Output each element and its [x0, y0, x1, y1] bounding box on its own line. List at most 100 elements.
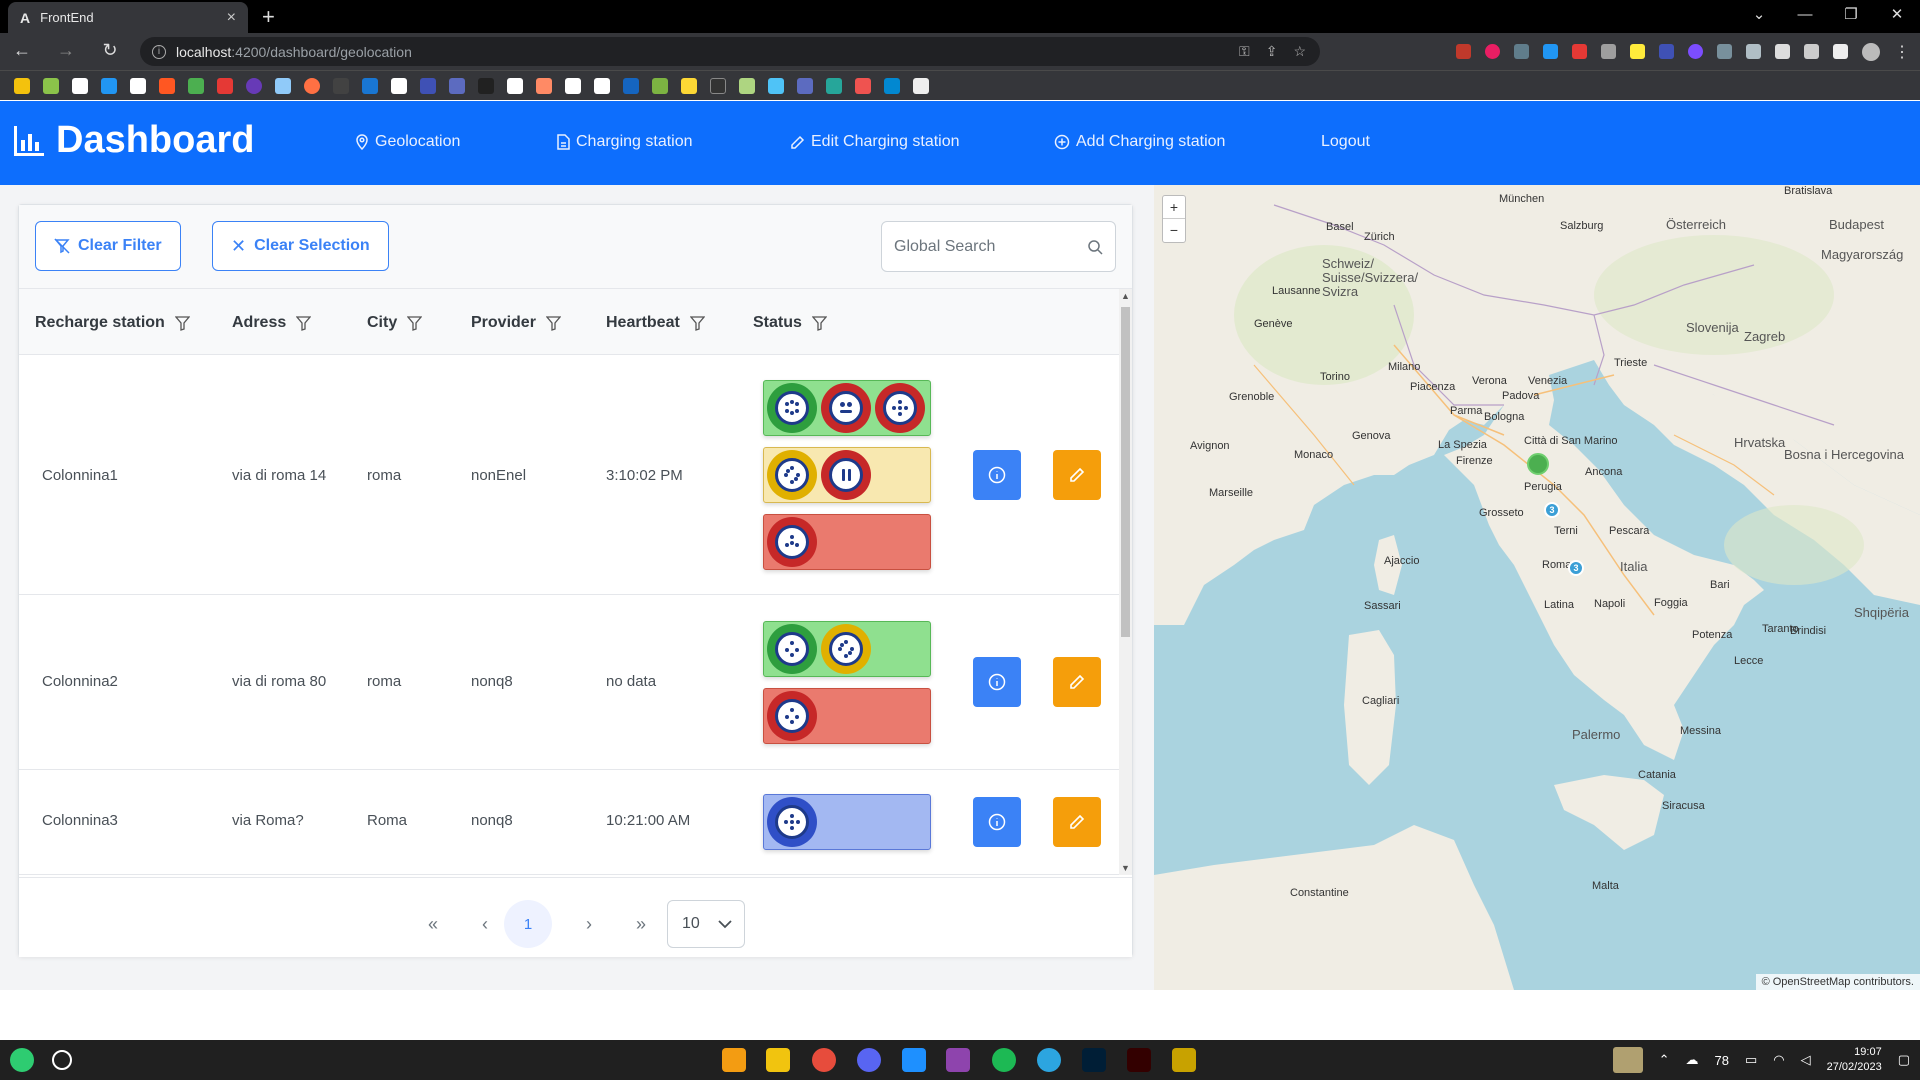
notification-icon[interactable]: ▢ [1898, 1052, 1910, 1068]
filter-icon[interactable] [689, 315, 705, 331]
menu-icon[interactable]: ⋮ [1894, 42, 1910, 62]
nav-geolocation[interactable]: Geolocation [355, 133, 460, 151]
zoom-out-button[interactable]: − [1163, 219, 1185, 242]
column-header[interactable]: Recharge station [35, 314, 190, 332]
spotify-icon[interactable] [992, 1048, 1016, 1072]
extension-icon[interactable] [1485, 44, 1500, 59]
bookmark-icon[interactable] [478, 77, 494, 94]
side-panel-icon[interactable] [1833, 44, 1848, 59]
extension-icon[interactable] [1659, 44, 1674, 59]
cluster-marker[interactable]: 3 [1568, 560, 1584, 576]
nav-logout[interactable]: Logout [1321, 133, 1370, 151]
filter-icon[interactable] [174, 315, 190, 331]
chrome-icon[interactable] [812, 1048, 836, 1072]
edit-button[interactable] [1053, 657, 1101, 707]
bookmark-icon[interactable] [681, 77, 697, 94]
chevron-up-icon[interactable]: ⌃ [1659, 1052, 1670, 1068]
vscode-icon[interactable] [902, 1048, 926, 1072]
rows-per-page-dropdown[interactable]: 10 [667, 900, 745, 948]
connector-plug-icon[interactable] [821, 383, 871, 433]
tab-search-icon[interactable]: ⌄ [1736, 0, 1782, 33]
new-tab-button[interactable]: + [262, 4, 275, 30]
brand[interactable]: Dashboard [12, 119, 254, 162]
reading-list-icon[interactable] [1804, 44, 1819, 59]
nav-add-charging-station[interactable]: Add Charging station [1054, 133, 1225, 151]
connector-plug-icon[interactable] [767, 450, 817, 500]
bookmark-icon[interactable] [710, 77, 726, 94]
extension-icon[interactable] [1717, 44, 1732, 59]
extension-icon[interactable] [1543, 44, 1558, 59]
previous-page-button[interactable]: ‹ [463, 902, 507, 946]
extension-icon[interactable] [1514, 44, 1529, 59]
column-header[interactable]: Provider [471, 314, 561, 332]
key-icon[interactable]: ⚿ [1239, 43, 1250, 60]
browser-tab[interactable]: A FrontEnd × [8, 2, 248, 33]
bookmark-icon[interactable] [391, 77, 407, 94]
table-scrollbar[interactable]: ▲ ▼ [1119, 289, 1132, 875]
extension-icon[interactable] [1572, 44, 1587, 59]
bookmark-icon[interactable] [507, 77, 523, 94]
photoshop-icon[interactable] [1082, 1048, 1106, 1072]
scrollbar-thumb[interactable] [1121, 307, 1130, 637]
edit-button[interactable] [1053, 797, 1101, 847]
connector-plug-icon[interactable] [821, 624, 871, 674]
start-icon[interactable] [10, 1048, 34, 1072]
restore-button[interactable]: ❐ [1828, 0, 1874, 33]
address-bar[interactable]: i localhost:4200/dashboard/geolocation ⚿… [140, 37, 1320, 66]
bookmark-icon[interactable] [72, 77, 88, 94]
reload-icon[interactable]: ↻ [94, 40, 126, 61]
bookmark-icon[interactable] [768, 77, 784, 94]
table-row[interactable]: Colonnina1 via di roma 14 roma nonEnel 3… [19, 355, 1119, 595]
weather-icon[interactable] [1612, 1047, 1643, 1073]
cluster-marker[interactable]: 3 [1544, 502, 1560, 518]
filter-icon[interactable] [296, 315, 312, 331]
nav-charging-station[interactable]: Charging station [557, 133, 693, 151]
column-header[interactable]: Status [753, 314, 827, 332]
map-view[interactable]: + − Bratislava Budapest Österreich Magya… [1154, 185, 1920, 990]
connector-plug-icon[interactable] [821, 450, 871, 500]
column-header[interactable]: Adress [232, 314, 312, 332]
connector-plug-icon[interactable] [767, 624, 817, 674]
close-window-button[interactable]: ✕ [1874, 0, 1920, 33]
app-icon[interactable] [722, 1048, 746, 1072]
volume-icon[interactable]: ◁ [1801, 1052, 1811, 1068]
back-icon[interactable]: ← [6, 40, 38, 61]
clear-selection-button[interactable]: ✕ Clear Selection [212, 221, 389, 271]
bookmark-icon[interactable] [420, 77, 436, 94]
bookmark-icon[interactable] [797, 77, 813, 94]
profile-avatar[interactable] [1862, 42, 1880, 61]
info-button[interactable] [973, 657, 1021, 707]
map-attribution[interactable]: © OpenStreetMap contributors. [1755, 974, 1920, 990]
discord-icon[interactable] [857, 1048, 881, 1072]
extension-icon[interactable] [1630, 44, 1645, 59]
extension-icon[interactable] [1601, 44, 1616, 59]
nav-edit-charging-station[interactable]: Edit Charging station [790, 133, 960, 151]
forward-icon[interactable]: → [50, 40, 82, 61]
puzzle-icon[interactable] [1775, 44, 1790, 59]
wifi-icon[interactable]: ◠ [1773, 1052, 1784, 1068]
bookmark-icon[interactable] [217, 77, 233, 94]
last-page-button[interactable]: » [619, 902, 663, 946]
minimize-button[interactable]: — [1782, 0, 1828, 33]
filter-icon[interactable] [811, 315, 827, 331]
first-page-button[interactable]: « [411, 902, 455, 946]
connector-plug-icon[interactable] [767, 797, 817, 847]
bookmark-icon[interactable] [14, 77, 30, 94]
column-header[interactable]: City [367, 314, 423, 332]
bookmark-icon[interactable] [913, 77, 929, 94]
bookmark-icon[interactable] [275, 77, 291, 94]
bookmark-icon[interactable] [594, 77, 610, 94]
bookmark-icon[interactable] [536, 77, 552, 94]
file-explorer-icon[interactable] [766, 1048, 790, 1072]
telegram-icon[interactable] [1037, 1048, 1061, 1072]
bookmark-icon[interactable] [188, 77, 204, 94]
connector-plug-icon[interactable] [767, 517, 817, 567]
bookmark-icon[interactable] [449, 77, 465, 94]
station-marker[interactable] [1527, 453, 1549, 475]
global-search-input[interactable]: Global Search [881, 221, 1116, 272]
bookmark-icon[interactable] [652, 77, 668, 94]
info-button[interactable] [973, 797, 1021, 847]
connector-plug-icon[interactable] [875, 383, 925, 433]
app-icon[interactable] [1172, 1048, 1196, 1072]
bookmark-icon[interactable] [739, 77, 755, 94]
